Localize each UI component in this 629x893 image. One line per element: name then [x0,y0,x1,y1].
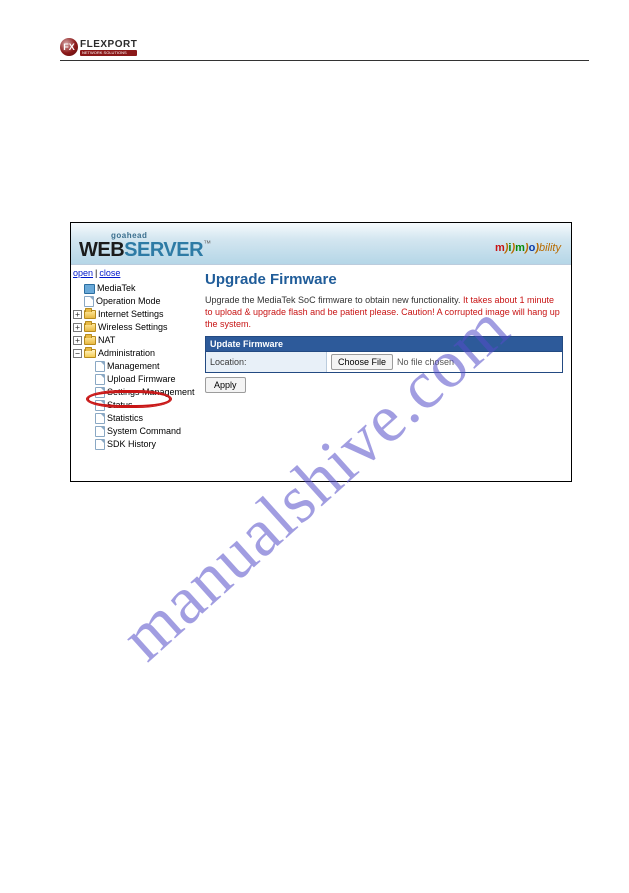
page-icon [95,361,105,372]
nav-tree: open|close MediaTek Operation Mode + Int… [71,265,201,481]
tree-subitem-sdk-history[interactable]: SDK History [95,438,199,451]
flexport-logo: FX FLEXPORT NETWORK SOLUTIONS [60,38,137,56]
document-header: FX FLEXPORT NETWORK SOLUTIONS [60,38,589,61]
tree-item-administration[interactable]: − Administration [73,347,199,360]
tree-item-wireless-settings[interactable]: + Wireless Settings [73,321,199,334]
webserver-logo-server: SERVER [124,239,203,261]
collapse-icon[interactable]: − [73,349,82,358]
location-label: Location: [206,354,326,370]
flexport-logo-sub: NETWORK SOLUTIONS [80,50,137,56]
page-icon [84,296,94,307]
mimobility-logo: m)i)m)o)bility [495,242,561,254]
tree-item-internet-settings[interactable]: + Internet Settings [73,308,199,321]
choose-file-button[interactable]: Choose File [331,354,393,370]
tree-subitem-system-command[interactable]: System Command [95,425,199,438]
expand-icon[interactable]: + [73,310,82,319]
tree-item-label: SDK History [107,439,156,450]
tree-item-label: Upload Firmware [107,374,176,385]
apply-button[interactable]: Apply [205,377,246,393]
file-status: No file chosen [397,357,454,367]
folder-icon [84,310,96,319]
page-icon [95,374,105,385]
webserver-logo-web: WEB [79,239,124,261]
tree-root-label: MediaTek [97,283,136,294]
tree-item-label: Administration [98,348,155,359]
tree-item-label: Management [107,361,160,372]
tree-root[interactable]: MediaTek [73,282,199,295]
folder-icon [84,336,96,345]
expand-icon[interactable]: + [73,336,82,345]
page-icon [95,413,105,424]
tree-open-link[interactable]: open [73,268,93,278]
tree-item-label: Operation Mode [96,296,161,307]
tree-subitem-management[interactable]: Management [95,360,199,373]
update-firmware-header: Update Firmware [205,336,563,352]
tree-close-link[interactable]: close [99,268,120,278]
annotation-circle-outer-icon [86,390,172,408]
tree-item-operation-mode[interactable]: Operation Mode [73,295,199,308]
flexport-logo-icon: FX [60,38,78,56]
location-row: Location: Choose File No file chosen [205,352,563,373]
expand-icon[interactable]: + [73,323,82,332]
router-admin-screenshot: goahead WEBSERVER™ m)i)m)o)bility open|c… [70,222,572,482]
page-icon [95,439,105,450]
tree-item-nat[interactable]: + NAT [73,334,199,347]
tree-subitem-statistics[interactable]: Statistics [95,412,199,425]
trademark-icon: ™ [203,239,211,248]
webserver-banner: goahead WEBSERVER™ m)i)m)o)bility [71,223,571,265]
chip-icon [84,284,95,294]
folder-open-icon [84,349,96,358]
tree-item-label: System Command [107,426,181,437]
tree-item-label: Internet Settings [98,309,164,320]
folder-icon [84,323,96,332]
flexport-logo-text: FLEXPORT [80,39,137,50]
page-icon [95,426,105,437]
page-title: Upgrade Firmware [205,271,563,288]
tree-item-label: NAT [98,335,115,346]
firmware-description: Upgrade the MediaTek SoC firmware to obt… [205,294,563,330]
tree-item-label: Wireless Settings [98,322,168,333]
tree-item-label: Statistics [107,413,143,424]
tree-subitem-upload-firmware[interactable]: Upload Firmware [95,373,199,386]
firmware-panel: Upgrade Firmware Upgrade the MediaTek So… [201,265,571,481]
